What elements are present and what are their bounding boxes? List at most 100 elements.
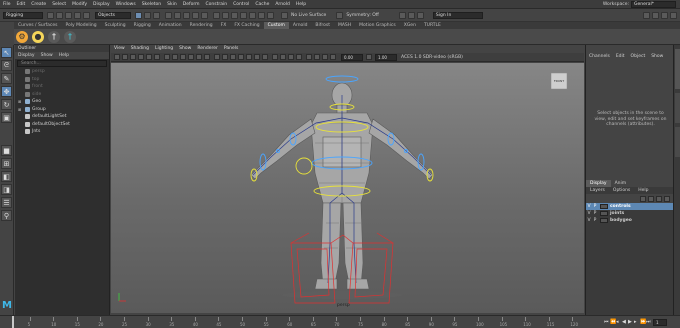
playback-toggle[interactable]: P <box>592 211 598 216</box>
menu-item[interactable]: Help <box>293 0 309 9</box>
outliner-item[interactable]: front <box>15 83 109 91</box>
shelf-tab[interactable]: Sculpting <box>101 22 130 29</box>
layer-menu-item[interactable]: Help <box>634 187 652 194</box>
play-forwards-icon[interactable]: ▶ <box>628 320 632 325</box>
outliner-menu-item[interactable]: Display <box>15 52 38 59</box>
menu-item[interactable]: Deform <box>180 0 203 9</box>
persp-outliner-layout-icon[interactable]: ◧ <box>1 171 12 182</box>
grid-icon[interactable] <box>164 54 170 60</box>
menu-item[interactable]: Cache <box>252 0 272 9</box>
four-view-layout-icon[interactable]: ⊞ <box>1 158 12 169</box>
viewport-menu-item[interactable]: Shading <box>128 45 152 53</box>
current-frame-field[interactable]: 1 <box>653 319 667 326</box>
step-forward-frame-icon[interactable]: ▸ <box>634 320 638 325</box>
step-back-frame-icon[interactable]: ◂ <box>616 320 620 325</box>
menu-item[interactable]: Control <box>230 0 252 9</box>
shelf-tab[interactable]: FX <box>217 22 231 29</box>
viewport-menu-item[interactable]: Show <box>176 45 194 53</box>
gamma-icon[interactable] <box>366 54 372 60</box>
shelf-tab[interactable]: Animation <box>155 22 186 29</box>
layer-name[interactable]: bodygeo <box>610 218 632 223</box>
hypershade-icon[interactable] <box>258 11 265 19</box>
ipr-render-icon[interactable] <box>240 11 247 19</box>
menu-item[interactable]: Constrain <box>202 0 230 9</box>
arnold-render-view-icon[interactable] <box>267 11 274 19</box>
modeling-toolkit-side-tab[interactable] <box>675 127 680 157</box>
outliner-item[interactable]: defaultObjectSet <box>15 121 109 129</box>
show-modeling-toolkit-icon[interactable] <box>643 11 650 19</box>
render-icon[interactable] <box>231 11 238 19</box>
colorspace-dropdown[interactable]: ACES 1.0 SDR-video (sRGB) <box>401 55 463 60</box>
xray-components-icon[interactable] <box>330 54 336 60</box>
outliner-item[interactable]: defaultLightSet <box>15 113 109 121</box>
shelf-tab[interactable]: Custom <box>263 22 289 29</box>
snap-view-icon[interactable] <box>192 11 199 19</box>
shelf-tab[interactable]: Rigging <box>130 22 155 29</box>
shelf-joint-tool-icon[interactable]: † <box>48 30 60 43</box>
go-to-start-icon[interactable]: ⏮ <box>604 320 609 325</box>
use-all-lights-icon[interactable] <box>254 54 260 60</box>
soft-select-icon[interactable] <box>407 11 415 19</box>
channel-box-menu-item[interactable]: Show <box>648 53 666 61</box>
menu-item[interactable]: Modify <box>69 0 90 9</box>
shelf-tab[interactable]: Curves / Surfaces <box>14 22 62 29</box>
current-time-marker[interactable] <box>12 316 14 328</box>
wireframe-on-shaded-icon[interactable] <box>238 54 244 60</box>
construction-history-icon[interactable] <box>222 11 229 19</box>
show-tool-settings-icon[interactable] <box>661 11 668 19</box>
shelf-tab[interactable]: TURTLE <box>420 22 445 29</box>
outliner-item[interactable]: ⊞ Geo <box>15 98 109 106</box>
time-slider[interactable]: 5 10 15 20 25 30 35 40 45 50 55 60 65 70 75 80 85 90 95 100… <box>0 315 680 328</box>
select-by-component-icon[interactable] <box>153 11 160 19</box>
menu-item[interactable]: Select <box>49 0 69 9</box>
modeling-toolkit-icon[interactable] <box>398 11 406 19</box>
layer-color-swatch[interactable] <box>600 211 608 216</box>
menu-item[interactable]: Display <box>90 0 113 9</box>
outliner-menu-item[interactable]: Help <box>56 52 72 59</box>
xray-icon[interactable] <box>314 54 320 60</box>
isolate-select-icon[interactable] <box>306 54 312 60</box>
channel-box-menu-item[interactable]: Object <box>628 53 649 61</box>
select-by-hierarchy-icon[interactable] <box>135 11 142 19</box>
workspace-selector[interactable]: Workspace: General* <box>603 0 680 8</box>
input-output-icon[interactable] <box>213 11 220 19</box>
grease-pencil-icon[interactable] <box>154 54 160 60</box>
shadows-icon[interactable] <box>262 54 268 60</box>
gamma-field[interactable]: 1.00 <box>375 53 397 61</box>
layer-row[interactable]: V Pcontrols <box>586 203 673 210</box>
live-surface-icon[interactable] <box>281 11 288 19</box>
safe-action-icon[interactable] <box>204 54 210 60</box>
anti-aliasing-icon[interactable] <box>288 54 294 60</box>
xray-joints-icon[interactable] <box>322 54 328 60</box>
layer-tab[interactable]: Display <box>586 180 611 187</box>
outliner-layout-icon[interactable]: ☰ <box>1 197 12 208</box>
symmetry-dropdown[interactable]: Symmetry: Off <box>346 13 379 18</box>
field-chart-icon[interactable] <box>196 54 202 60</box>
step-back-key-icon[interactable]: ⏪ <box>610 320 616 325</box>
viewport-menu-item[interactable]: View <box>111 45 128 53</box>
layer-row[interactable]: V Pbodygeo <box>586 217 673 224</box>
channel-box-menu-item[interactable]: Channels <box>586 53 613 61</box>
shelf-tab[interactable]: Poly Modeling <box>62 22 101 29</box>
playback-toggle[interactable]: P <box>592 218 598 223</box>
move-layer-down-icon[interactable] <box>648 195 654 202</box>
screen-space-ao-icon[interactable] <box>272 54 278 60</box>
new-layer-icon[interactable] <box>656 195 662 202</box>
rotate-tool-icon[interactable]: ↻ <box>1 99 12 110</box>
gate-mask-icon[interactable] <box>188 54 194 60</box>
smooth-shade-icon[interactable] <box>222 54 228 60</box>
shelf-tab[interactable]: Arnold <box>289 22 312 29</box>
snap-surface-icon[interactable] <box>201 11 208 19</box>
move-layer-up-icon[interactable] <box>640 195 646 202</box>
layer-menu-item[interactable]: Options <box>609 187 634 194</box>
viewport-persp[interactable]: FRONT persp <box>111 63 584 313</box>
search-tool-icon[interactable]: ⚲ <box>1 210 12 221</box>
resolution-gate-icon[interactable] <box>180 54 186 60</box>
viewport-menu-item[interactable]: Renderer <box>194 45 221 53</box>
outliner-item[interactable]: side <box>15 91 109 99</box>
shelf-ik-handle-icon[interactable]: † <box>64 30 76 43</box>
motion-blur-icon[interactable] <box>280 54 286 60</box>
menu-item[interactable]: File <box>0 0 14 9</box>
layer-tab[interactable]: Anim <box>611 180 631 187</box>
shelf-gear-icon[interactable]: ⚙ <box>16 30 28 43</box>
